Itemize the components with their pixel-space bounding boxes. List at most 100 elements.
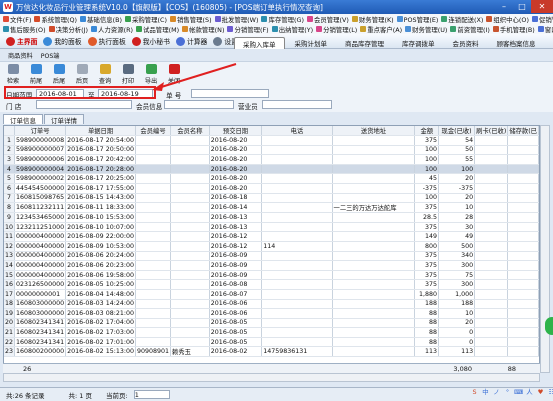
table-row[interactable]: 20 160802341341 2016-08-02 17:04:00 2016-08… [4,318,539,329]
table-row[interactable]: 10 123211251000 2016-08-10 10:07:00 2016-08… [4,222,539,233]
query-toolbar-button[interactable]: 前尾 [26,62,46,85]
query-toolbar-button[interactable]: 查询 [95,62,115,85]
ime-icon[interactable]: ☷ [547,387,553,396]
column-header[interactable]: 送货地址 [332,126,416,136]
menu-item[interactable]: 财务管理(U) [405,25,447,34]
ime-icon[interactable]: ° [503,387,512,396]
column-header[interactable]: 金额 [414,126,439,136]
ime-icon[interactable]: 中 [481,387,490,396]
menu-item[interactable]: 试品管理(M) [136,25,179,34]
table-row[interactable]: 12 000000400000 2016-08-09 10:53:00 2016-08… [4,241,539,252]
table-row[interactable]: 23 160800200000 2016-08-02 15:13:00 9090890… [4,346,539,358]
table-row[interactable]: 17 00000000001 2016-08-04 14:48:00 2016-08-… [4,289,539,300]
subtab-product[interactable]: 商品资料 [8,51,33,60]
menu-item[interactable]: 窗口(W) [537,25,553,34]
table-row[interactable]: 1 598900000008 2016-08-17 20:54:00 2016-08-… [4,135,539,146]
table-row[interactable]: 9 123453465000 2016-08-10 15:53:00 2016-08-… [4,212,539,223]
column-header[interactable]: 预交日期 [209,126,263,136]
query-toolbar-button[interactable]: 后页 [72,62,92,85]
menu-item[interactable]: 重点客户(A) [360,25,402,34]
menu-item[interactable]: POS管理(E) [396,15,438,24]
document-tab[interactable]: 库存调拨单 [394,37,443,49]
tab-order-info[interactable]: 订单信息 [3,114,43,125]
toolbar-button[interactable]: 主界面 [6,36,37,46]
column-header[interactable]: 会员编号 [135,126,172,136]
menu-item[interactable]: 库存管理(G) [261,15,304,24]
store-input[interactable] [36,100,132,109]
menu-item[interactable]: 批发管理(W) [214,15,258,24]
table-row[interactable]: 21 160802341341 2016-08-02 17:03:00 2016-08… [4,327,539,338]
column-header[interactable]: 刷卡(已收) [474,126,509,136]
close-button[interactable]: ✕ [531,0,553,13]
menu-item[interactable]: 促销管理(P) [531,15,553,24]
document-tab[interactable]: 会员资料 [445,37,487,49]
menu-item[interactable]: 决策分析(J) [48,25,88,34]
table-row[interactable]: 4 598900000004 2016-08-17 20:28:00 2016-08-… [4,164,539,175]
table-row[interactable]: 16 023126500000 2016-08-05 10:25:00 2016-08… [4,279,539,290]
table-row[interactable]: 22 160802341341 2016-08-02 17:01:00 2016-08… [4,337,539,348]
menu-item[interactable]: 分销管理(L) [316,25,357,34]
query-toolbar-button[interactable]: 打印 [118,62,138,85]
table-row[interactable]: 8 160811232111 2016-08-11 18:33:00 2016-08-… [4,202,539,214]
table-row[interactable]: 14 000000400000 2016-08-06 20:23:00 2016-08… [4,260,539,271]
table-row[interactable]: 19 160803000000 2016-08-03 08:21:00 2016-08… [4,308,539,319]
table-row[interactable]: 5 598900000002 2016-08-17 20:25:00 2016-08-… [4,173,539,184]
toolbar-button[interactable]: 我小秘书 [131,36,170,46]
ime-icon[interactable]: S [470,387,479,396]
toolbar-button[interactable]: 计算器 [175,36,207,46]
table-row[interactable]: 11 000000400000 2016-08-09 22:00:00 2016-08… [4,231,539,242]
column-header[interactable]: 订单号 [14,126,67,136]
table-row[interactable]: 13 000000400000 2016-08-06 20:24:00 2016-08… [4,251,539,262]
maximize-button[interactable]: □ [513,0,531,13]
menu-item[interactable]: 帐款管理(N) [182,25,224,34]
current-page-input[interactable]: 1 [133,390,170,399]
menu-item[interactable]: 售后服务(O) [3,25,46,34]
menu-item[interactable]: 人力资源(R) [91,25,133,34]
horizontal-scrollbar[interactable] [3,373,540,382]
query-toolbar-button[interactable]: 后尾 [49,62,69,85]
tab-order-detail[interactable]: 订单详情 [44,114,84,125]
staff-input[interactable] [262,100,332,109]
column-header[interactable]: 现金(已收) [438,126,476,136]
column-header[interactable]: 电话 [261,126,333,136]
query-toolbar-button[interactable]: 检索 [3,62,23,85]
ime-icon[interactable]: ノ [492,387,501,396]
toolbar-button[interactable]: 我的面板 [43,36,82,46]
ime-icon[interactable]: ⌨ [514,387,523,396]
member-info-input[interactable] [164,100,234,109]
table-row[interactable]: 18 160803000000 2016-08-03 14:24:00 2016-08… [4,299,539,310]
table-row[interactable]: 6 445454500000 2016-08-17 17:55:00 2016-08-… [4,183,539,194]
table-row[interactable]: 7 160815098765 2016-08-15 14:43:00 2016-08-… [4,193,539,204]
table-row[interactable]: 3 598900000006 2016-08-17 20:42:00 2016-08-… [4,154,539,165]
menu-item[interactable]: 系统管理(Q) [34,15,77,24]
subtab-pos[interactable]: POS端 [41,51,60,60]
column-header[interactable]: 储存款(已 [507,126,539,136]
table-row[interactable]: 2 598900000007 2016-08-17 20:50:00 2016-08-… [4,145,539,156]
ime-icon[interactable]: ♥ [536,387,545,396]
menu-item[interactable]: 出纳管理(Y) [271,25,313,34]
document-tab[interactable]: 采购入库单 [234,37,285,49]
column-header[interactable] [4,126,15,136]
menu-item[interactable]: 组织中心(O) [486,15,529,24]
minimize-button[interactable]: – [495,0,513,13]
menu-item[interactable]: 文件(F) [3,15,31,24]
menu-item[interactable]: 分销管理(F) [227,25,269,34]
column-header[interactable]: 会员名称 [170,126,210,136]
document-tab[interactable]: 顾客档案信息 [489,37,544,49]
menu-item[interactable]: 前资管理(I) [450,25,490,34]
menu-item[interactable]: 连锁配送(X) [441,15,483,24]
toolbar-button[interactable]: 执行面板 [87,36,126,46]
ime-icon[interactable]: 人 [525,387,534,396]
document-tab[interactable]: 商品库存管理 [337,37,392,49]
menu-item[interactable]: 财务管理(K) [351,15,394,24]
vertical-scrollbar[interactable] [540,125,550,373]
menu-item[interactable]: 销售管理(S) [170,15,212,24]
menu-item[interactable]: 手机管理(B) [492,25,535,34]
assistant-float-icon[interactable] [545,317,553,335]
document-tab[interactable]: 采购计划单 [287,37,336,49]
menu-item[interactable]: 基础信息(B) [80,15,122,24]
table-row[interactable]: 15 000000400000 2016-08-06 19:58:00 2016-08… [4,270,539,281]
column-header[interactable]: 单据日期 [65,126,136,136]
menu-item[interactable]: 采购管理(C) [124,15,167,24]
menu-item[interactable]: 会员管理(V) [307,15,349,24]
